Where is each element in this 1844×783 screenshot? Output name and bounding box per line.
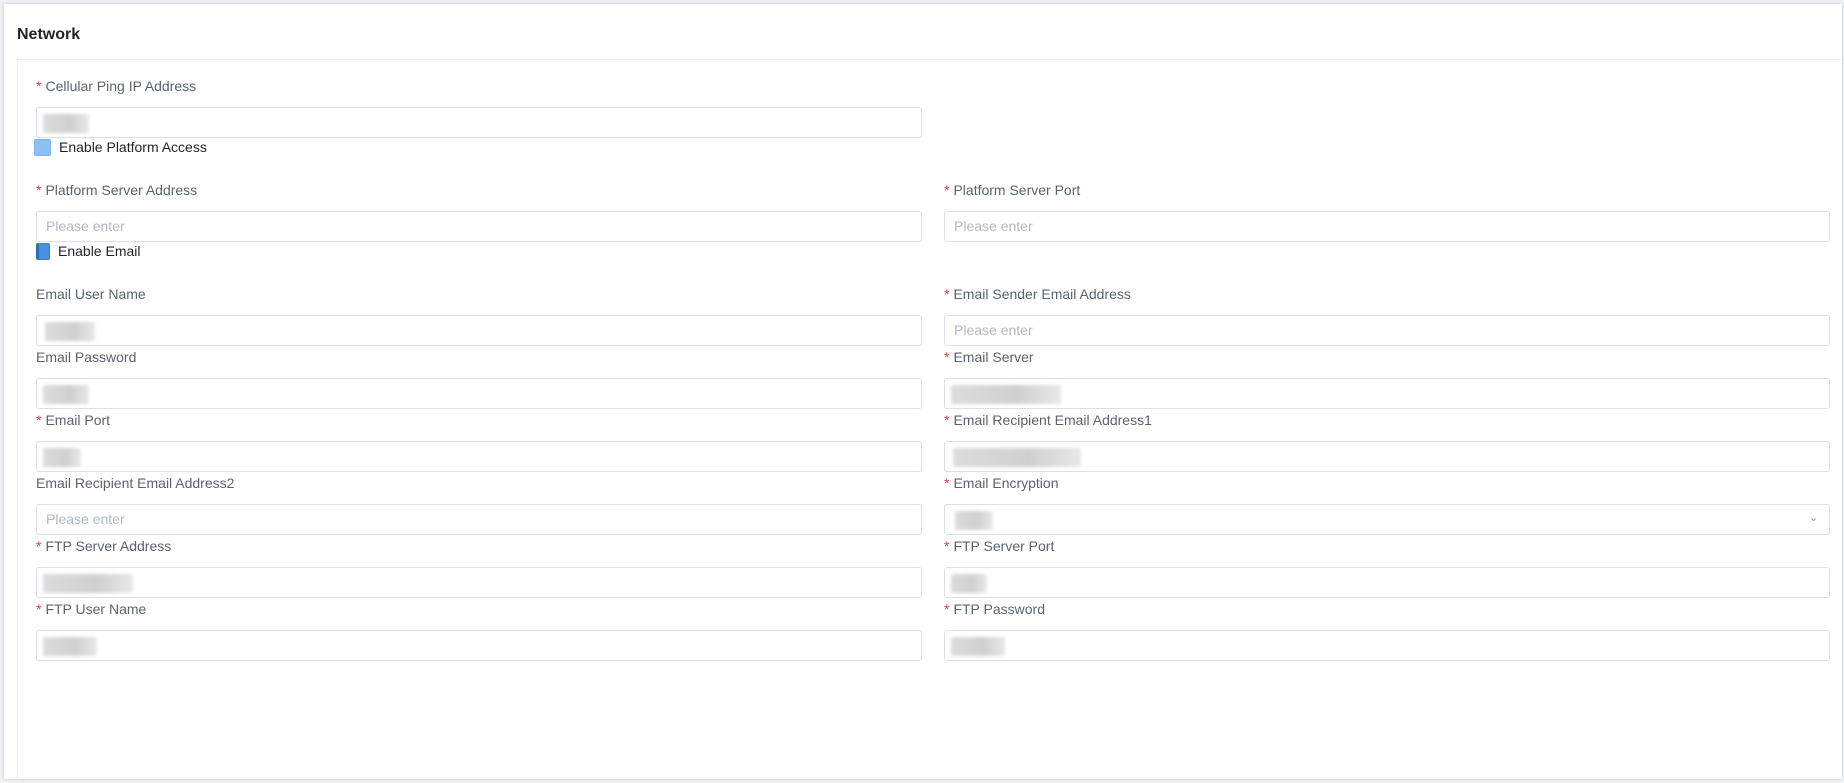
email-user-name-label: Email User Name	[36, 286, 146, 302]
email-recipient-2-input[interactable]: Please enter	[36, 504, 922, 535]
ftp-password-field: * FTP Password	[944, 599, 1830, 661]
email-sender-address-input[interactable]: Please enter	[944, 315, 1830, 346]
section-title: Network	[17, 26, 81, 43]
required-marker: *	[36, 601, 42, 617]
redacted-value	[951, 385, 1061, 404]
email-password-field: Email Password	[36, 347, 922, 409]
email-port-label: Email Port	[45, 412, 111, 428]
email-recipient-2-label: Email Recipient Email Address2	[36, 475, 235, 491]
ftp-server-port-label: FTP Server Port	[953, 538, 1055, 554]
ftp-server-port-field: * FTP Server Port	[944, 536, 1830, 598]
platform-server-port-placeholder: Please enter	[954, 218, 1033, 234]
email-sender-address-label: Email Sender Email Address	[953, 286, 1131, 302]
email-recipient-2-field: Email Recipient Email Address2 Please en…	[36, 473, 922, 535]
checkbox-icon	[36, 242, 50, 260]
enable-platform-access-checkbox[interactable]: Enable Platform Access	[34, 136, 207, 158]
required-marker: *	[944, 349, 950, 365]
email-encryption-select[interactable]: ⌄	[944, 504, 1830, 535]
network-settings-panel: Network * Cellular Ping IP Address Enable…	[4, 4, 1842, 779]
enable-email-label: Enable Email	[58, 243, 141, 259]
email-server-input[interactable]	[944, 378, 1830, 409]
required-marker: *	[36, 412, 42, 428]
required-marker: *	[36, 538, 42, 554]
required-marker: *	[944, 475, 950, 491]
redacted-value	[951, 637, 1005, 656]
email-user-name-input[interactable]	[36, 315, 922, 346]
required-marker: *	[944, 182, 950, 198]
ftp-server-address-field: * FTP Server Address	[36, 536, 922, 598]
email-encryption-label: Email Encryption	[953, 475, 1059, 491]
redacted-value	[45, 322, 95, 341]
required-marker: *	[944, 412, 950, 428]
email-recipient-1-label: Email Recipient Email Address1	[953, 412, 1152, 428]
platform-server-address-placeholder: Please enter	[46, 218, 125, 234]
platform-server-port-field: * Platform Server Port Please enter	[944, 180, 1830, 242]
email-password-input[interactable]	[36, 378, 922, 409]
email-recipient-2-placeholder: Please enter	[46, 511, 125, 527]
redacted-value	[951, 574, 987, 593]
ftp-password-label: FTP Password	[953, 601, 1045, 617]
enable-platform-access-label: Enable Platform Access	[59, 139, 207, 155]
email-encryption-field: * Email Encryption ⌄	[944, 473, 1830, 535]
email-port-field: * Email Port	[36, 410, 922, 472]
platform-server-port-input[interactable]: Please enter	[944, 211, 1830, 242]
email-port-input[interactable]	[36, 441, 922, 472]
platform-server-port-label: Platform Server Port	[953, 182, 1081, 198]
email-user-name-field: Email User Name	[36, 284, 922, 346]
redacted-value	[43, 574, 133, 593]
network-form: * Cellular Ping IP Address Enable Platfor…	[17, 59, 1842, 779]
enable-email-checkbox[interactable]: Enable Email	[36, 240, 141, 262]
ftp-user-name-label: FTP User Name	[45, 601, 147, 617]
platform-server-address-input[interactable]: Please enter	[36, 211, 922, 242]
ftp-server-address-input[interactable]	[36, 567, 922, 598]
required-marker: *	[944, 286, 950, 302]
redacted-value	[953, 448, 1081, 467]
required-marker: *	[944, 601, 950, 617]
email-server-label: Email Server	[953, 349, 1034, 365]
required-marker: *	[36, 78, 42, 94]
required-marker: *	[944, 538, 950, 554]
ftp-server-port-input[interactable]	[944, 567, 1830, 598]
chevron-down-icon: ⌄	[1809, 512, 1819, 524]
required-marker: *	[36, 182, 42, 198]
ftp-user-name-input[interactable]	[36, 630, 922, 661]
email-server-field: * Email Server	[944, 347, 1830, 409]
redacted-value	[43, 637, 97, 656]
checkbox-icon	[34, 138, 51, 156]
email-password-label: Email Password	[36, 349, 137, 365]
ftp-password-input[interactable]	[944, 630, 1830, 661]
platform-server-address-field: * Platform Server Address Please enter	[36, 180, 922, 242]
cellular-ping-ip-label: Cellular Ping IP Address	[45, 78, 197, 94]
cellular-ping-ip-field: * Cellular Ping IP Address	[36, 76, 922, 138]
redacted-value	[43, 448, 81, 467]
redacted-value	[955, 511, 993, 530]
email-sender-address-field: * Email Sender Email Address Please enter	[944, 284, 1830, 346]
cellular-ping-ip-input[interactable]	[36, 107, 922, 138]
email-recipient-1-input[interactable]	[944, 441, 1830, 472]
ftp-server-address-label: FTP Server Address	[45, 538, 172, 554]
platform-server-address-label: Platform Server Address	[45, 182, 198, 198]
email-recipient-1-field: * Email Recipient Email Address1	[944, 410, 1830, 472]
redacted-value	[43, 114, 89, 133]
ftp-user-name-field: * FTP User Name	[36, 599, 922, 661]
email-sender-address-placeholder: Please enter	[954, 322, 1033, 338]
redacted-value	[43, 385, 89, 404]
